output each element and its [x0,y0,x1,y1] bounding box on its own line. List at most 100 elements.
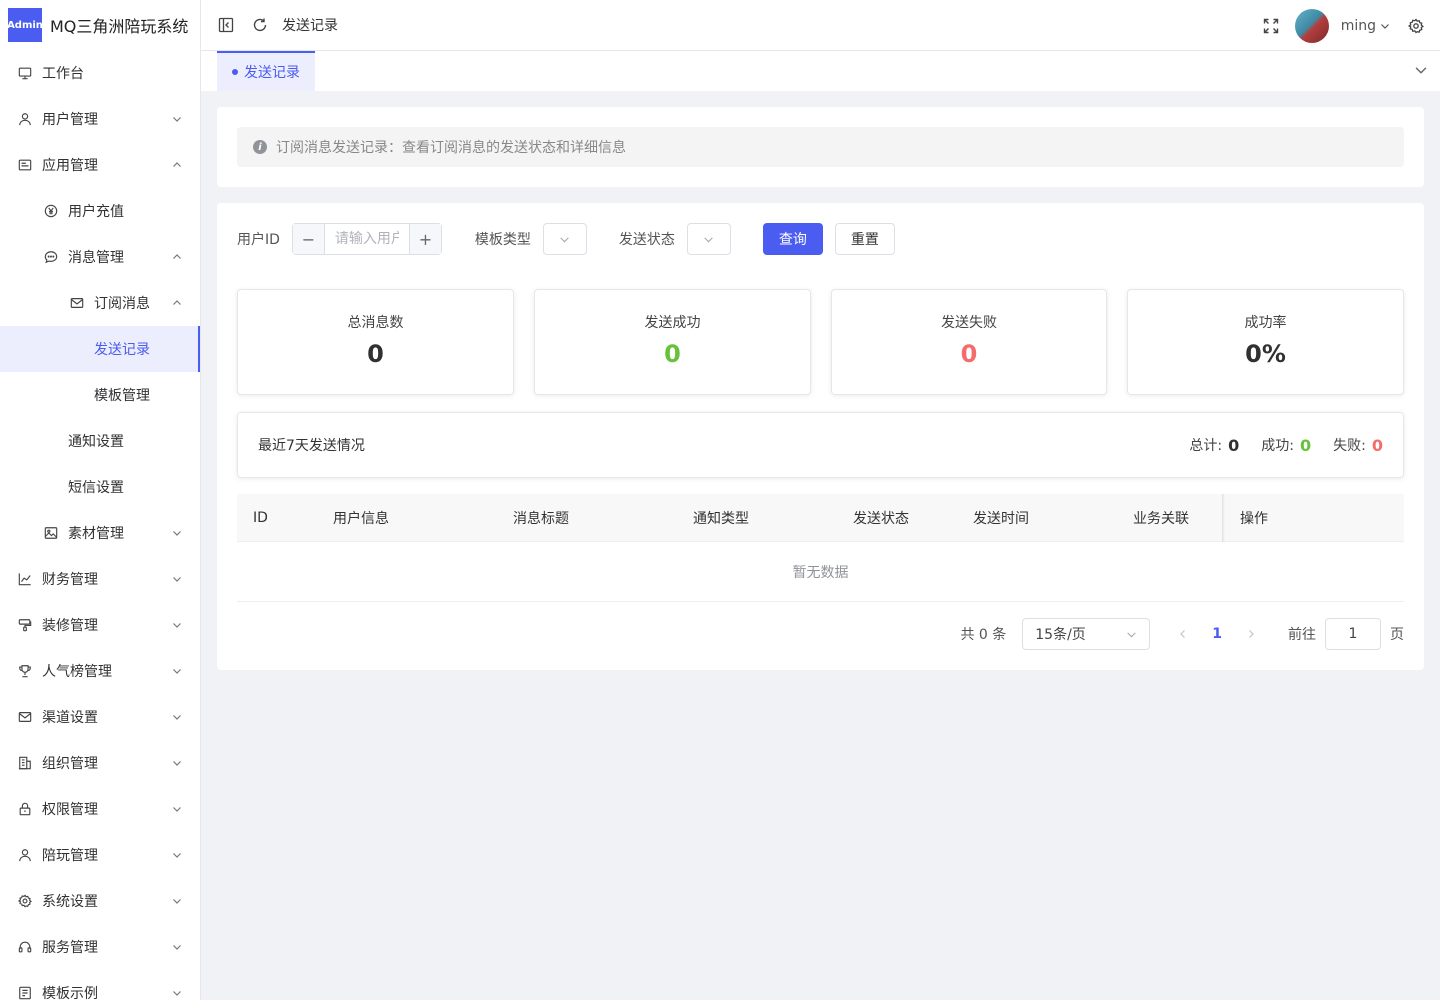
chevron-down-icon [1380,21,1390,31]
alert-text: 订阅消息发送记录：查看订阅消息的发送状态和详细信息 [276,140,626,156]
app-icon [17,157,33,173]
page-number-current[interactable]: 1 [1212,626,1222,642]
sidebar-item-service-management[interactable]: 服务管理 [0,924,200,970]
sidebar-item-label: 订阅消息 [94,296,150,312]
sidebar-item-user-management[interactable]: 用户管理 [0,96,200,142]
refresh-icon[interactable] [252,17,268,33]
sidebar-item-decoration-management[interactable]: 装修管理 [0,602,200,648]
chevron-down-icon [172,528,182,538]
column-header-send-status: 发送状态 [853,511,909,527]
mail-icon [69,295,85,311]
active-dot [232,69,238,75]
success-label: 成功: [1261,438,1294,454]
template-type-select[interactable] [542,223,587,255]
chevron-down-icon [172,758,182,768]
chevron-down-icon [172,942,182,952]
sidebar-item-template-management[interactable]: 模板管理 [0,372,200,418]
reset-button[interactable]: 重置 [834,223,895,255]
filter-row: 用户ID − + 模板类型 发送状态 查询 重置 [237,223,895,255]
sidebar-item-label: 服务管理 [42,940,98,956]
tabs-dropdown-chevron-icon[interactable] [1414,63,1428,77]
sidebar-item-finance-management[interactable]: 财务管理 [0,556,200,602]
sidebar-item-message-management[interactable]: 消息管理 [0,234,200,280]
sidebar-item-user-recharge[interactable]: 用户充值 [0,188,200,234]
table-empty-state: 暂无数据 [237,542,1404,602]
user-menu[interactable]: ming [1341,18,1390,34]
sidebar-item-subscription-message[interactable]: 订阅消息 [0,280,200,326]
sidebar-item-dashboard[interactable]: 工作台 [0,50,200,96]
stat-label: 成功率 [1244,315,1287,331]
chevron-down-icon [1126,629,1137,640]
sidebar-item-label: 短信设置 [68,480,124,496]
info-icon: i [253,140,267,154]
total-label: 总计: [1189,438,1223,454]
sidebar-item-label: 财务管理 [42,572,98,588]
table-header: ID 用户信息 消息标题 通知类型 发送状态 发送时间 业务关联 操作 [237,494,1404,542]
decrement-button[interactable]: − [292,224,325,254]
fail-value: 0 [1371,435,1383,455]
column-header-id: ID [253,510,268,526]
records-table: ID 用户信息 消息标题 通知类型 发送状态 发送时间 业务关联 操作 暂无数据 [237,494,1404,602]
sidebar-item-label: 素材管理 [68,526,124,542]
sidebar-item-companion-management[interactable]: 陪玩管理 [0,832,200,878]
sidebar-item-label: 应用管理 [42,158,98,174]
sidebar-item-label: 陪玩管理 [42,848,98,864]
sidebar-item-app-management[interactable]: 应用管理 [0,142,200,188]
weekly-counts: 总计: 0 成功: 0 失败: 0 [1189,435,1383,455]
weekly-title: 最近7天发送情况 [258,438,365,454]
increment-button[interactable]: + [408,224,441,254]
sidebar-item-notification-settings[interactable]: 通知设置 [0,418,200,464]
sidebar-item-label: 通知设置 [68,434,124,450]
avatar[interactable] [1294,8,1329,43]
page-size-select[interactable]: 15条/页 [1022,618,1151,650]
query-button[interactable]: 查询 [762,223,823,255]
sidebar-item-organization-management[interactable]: 组织管理 [0,740,200,786]
column-header-notify-type: 通知类型 [693,511,749,527]
chevron-down-icon [172,574,182,584]
stat-label: 总消息数 [347,315,404,331]
chart-icon [17,571,33,587]
sidebar-item-label: 权限管理 [42,802,98,818]
tab-label: 发送记录 [244,65,300,81]
image-icon [43,525,59,541]
sidebar-item-permission-management[interactable]: 权限管理 [0,786,200,832]
stat-card-success-rate: 成功率 0% [1127,289,1404,395]
total-value: 0 [1228,435,1240,455]
sidebar-item-channel-settings[interactable]: 渠道设置 [0,694,200,740]
collapse-sidebar-icon[interactable] [218,17,234,33]
user-id-label: 用户ID [237,232,280,248]
chevron-down-icon [172,896,182,906]
chevron-down-icon [172,988,182,998]
sidebar-item-material-management[interactable]: 素材管理 [0,510,200,556]
chevron-up-icon [172,160,182,170]
send-status-select[interactable] [686,223,731,255]
monitor-icon [17,65,33,81]
column-header-user-info: 用户信息 [333,511,389,527]
user-id-stepper: − + [291,223,442,255]
template-icon [17,985,33,1000]
chevron-up-icon [172,252,182,262]
chevron-down-icon [172,850,182,860]
tabs-bar: 发送记录 [201,51,1440,91]
sidebar-item-system-settings[interactable]: 系统设置 [0,878,200,924]
stat-card-total: 总消息数 0 [237,289,514,395]
sidebar-item-popularity-management[interactable]: 人气榜管理 [0,648,200,694]
sidebar-item-send-records[interactable]: 发送记录 [0,326,200,372]
breadcrumb: 发送记录 [282,18,338,34]
sidebar-item-label: 模板管理 [94,388,150,404]
sidebar: Admin MQ三角洲陪玩系统 工作台 用户管理 应用管理 用户充值 消息管理 … [0,0,201,1000]
user-id-input[interactable] [324,224,409,254]
settings-gear-icon[interactable] [1408,18,1424,34]
page-nav: 1 [1178,626,1256,642]
sidebar-item-sms-settings[interactable]: 短信设置 [0,464,200,510]
user-icon [17,847,33,863]
sidebar-item-template-examples[interactable]: 模板示例 [0,970,200,1000]
next-page-icon[interactable] [1246,629,1256,639]
goto-page-input[interactable]: 1 [1325,618,1381,650]
template-type-label: 模板类型 [474,232,531,248]
stat-value: 0 [664,340,681,368]
fullscreen-icon[interactable] [1263,18,1279,34]
prev-page-icon[interactable] [1178,629,1188,639]
logo[interactable]: Admin MQ三角洲陪玩系统 [0,0,200,50]
tab-send-records[interactable]: 发送记录 [217,51,315,91]
